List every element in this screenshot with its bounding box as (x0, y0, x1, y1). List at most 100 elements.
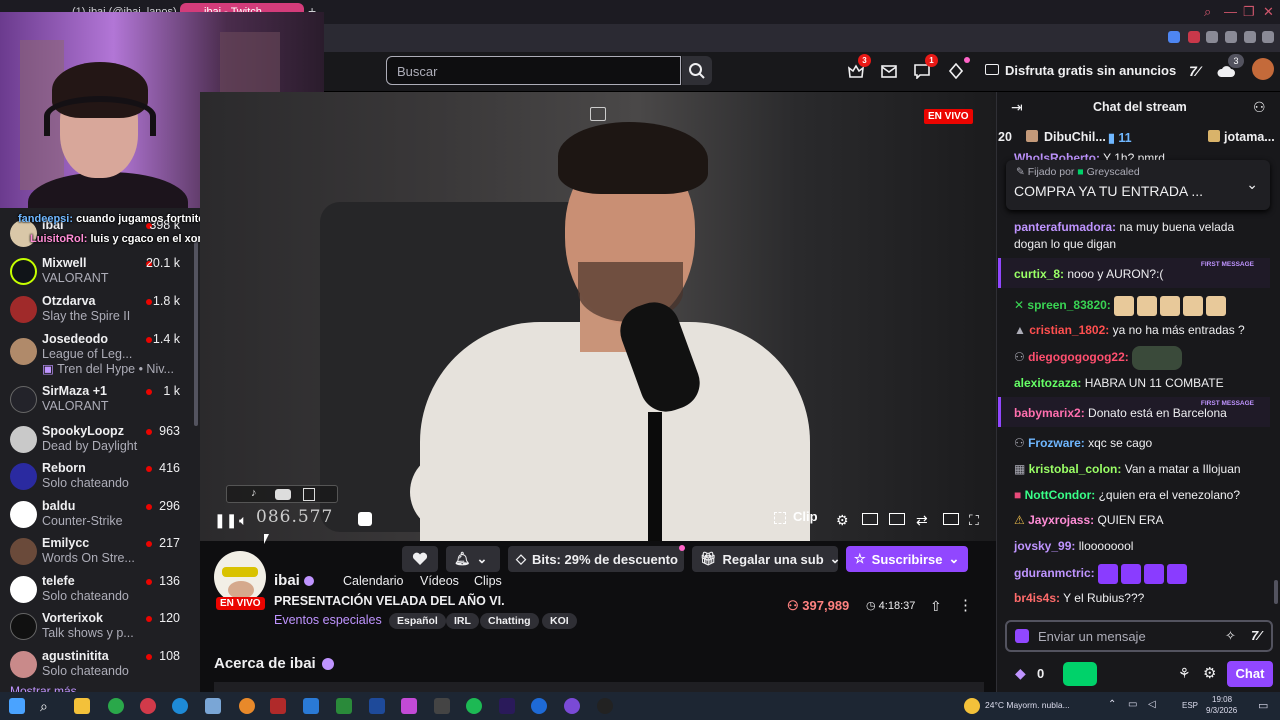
clip-button[interactable]: Clip (793, 509, 818, 524)
menu-icon[interactable] (1262, 31, 1274, 43)
sidebar-item-emilycc[interactable]: Emilycc Words On Stre... 217 (0, 534, 196, 572)
close-icon[interactable]: ✕ (1263, 4, 1274, 20)
chat-message: ⚇ Frozware: xqc se cago (1014, 436, 1153, 450)
turbo-icon[interactable]: 7⁄ (1251, 628, 1260, 643)
show-more-link[interactable]: Mostrar más (10, 684, 77, 692)
chrome-icon[interactable] (108, 698, 124, 714)
channel-points-icon[interactable]: ◆ (1015, 665, 1026, 682)
tab-clips[interactable]: Clips (474, 574, 502, 588)
sidebar-item-mixwell[interactable]: Mixwell VALORANT 20.1 k (0, 254, 196, 292)
obs-icon[interactable] (597, 698, 613, 714)
chat-scrollbar[interactable] (1274, 580, 1278, 604)
chat-settings-icon[interactable]: ⚙ (1203, 664, 1216, 682)
chat-input[interactable]: Enviar un mensaje ✧ 7⁄ (1005, 620, 1273, 652)
sidebar-item-sirmaza[interactable]: SirMaza +1 VALORANT 1 k (0, 382, 196, 420)
extension-icon[interactable] (1225, 31, 1237, 43)
notification-bell-button[interactable]: 🔔︎ ⌄ (446, 546, 500, 572)
language-indicator[interactable]: ESP (1182, 701, 1198, 710)
user-avatar[interactable] (1252, 58, 1274, 80)
app-icon[interactable] (369, 698, 385, 714)
search-button[interactable] (682, 56, 712, 85)
users-icon[interactable]: ⚇ (1253, 99, 1266, 116)
sync-icon[interactable]: ⇄ (916, 512, 928, 529)
maximize-icon[interactable]: ❐ (1243, 4, 1255, 20)
heart-icon (412, 552, 428, 565)
popout-icon[interactable] (590, 107, 606, 121)
mini-player-icon[interactable] (943, 513, 959, 525)
chevron-down-icon[interactable]: ⌄ (1246, 176, 1258, 193)
tag-chatting[interactable]: Chatting (480, 613, 539, 629)
file-explorer-icon[interactable] (74, 698, 90, 714)
split-view-icon[interactable] (889, 513, 905, 525)
pinned-message[interactable]: ✎ Fijado por ■ Greyscaled COMPRA YA TU E… (1006, 160, 1270, 210)
notifications-icon[interactable]: ▭ (1258, 699, 1268, 712)
search-icon[interactable]: ⌕ (1204, 4, 1211, 20)
tab-videos[interactable]: Vídeos (420, 574, 459, 588)
video-player[interactable] (200, 92, 996, 541)
app-icon[interactable] (205, 698, 221, 714)
opera-icon[interactable] (140, 698, 156, 714)
subscribe-button[interactable]: ☆ Suscribirse ⌄ (846, 546, 968, 572)
bits-discount-button[interactable]: ◇ Bits: 29% de descuento (508, 546, 684, 572)
channel-avatar[interactable] (214, 551, 266, 603)
category-link[interactable]: Eventos especiales (274, 613, 382, 627)
sidebar-item-baldu[interactable]: baldu Counter-Strike 296 (0, 497, 196, 535)
sidebar-item-vorterixok[interactable]: Vorterixok Talk shows y p... 120 (0, 609, 196, 647)
edge-icon[interactable] (172, 698, 188, 714)
app-icon[interactable] (434, 698, 450, 714)
no-ads-link[interactable]: Disfruta gratis sin anuncios (1005, 63, 1176, 78)
sidebar-item-agustinitita[interactable]: agustinitita Solo chateando 108 (0, 647, 196, 685)
follow-button[interactable] (402, 546, 438, 572)
windows-start-icon[interactable] (9, 698, 25, 714)
sidebar-scrollbar[interactable] (194, 236, 198, 426)
fullscreen-icon[interactable]: ⛶ (969, 512, 979, 529)
turbo-icon[interactable]: 7⁄ (1183, 60, 1205, 82)
sidebar-item-telefe[interactable]: telefe Solo chateando 136 (0, 572, 196, 610)
video-editor-icon[interactable] (270, 698, 286, 714)
sidebar-item-josedeodo[interactable]: Josedeodo League of Leg... ▣ Tren del Hy… (0, 330, 196, 376)
search-input[interactable]: Buscar (386, 56, 681, 85)
extension-icon[interactable] (1206, 31, 1218, 43)
more-options-icon[interactable]: ⋮ (958, 596, 973, 614)
sidebar-item-spookyloopz[interactable]: SpookyLoopz Dead by Daylight 963 (0, 422, 196, 460)
app-icon[interactable] (303, 698, 319, 714)
minimize-icon[interactable]: — (1224, 4, 1237, 19)
sidebar-item-otzdarva[interactable]: Otzdarva Slay the Spire II 1.8 k (0, 292, 196, 330)
theatre-mode-icon[interactable] (862, 513, 878, 525)
extension-icon[interactable] (1188, 31, 1200, 43)
volume-icon[interactable]: 🔈︎ (239, 512, 247, 529)
network-icon[interactable]: ▭ (1128, 699, 1137, 710)
app-icon[interactable] (239, 698, 255, 714)
send-chat-button[interactable]: Chat (1227, 661, 1273, 687)
after-effects-icon[interactable] (499, 698, 515, 714)
collapse-chat-icon[interactable]: ⇥ (1011, 99, 1023, 116)
theatre-icon[interactable] (358, 512, 372, 526)
tag-espanol[interactable]: Español (389, 613, 446, 629)
emote-picker-icon[interactable]: ✧ (1225, 628, 1236, 644)
download-icon[interactable] (1244, 31, 1256, 43)
inbox-icon[interactable] (878, 60, 900, 82)
gift-sub-button[interactable]: 🎁︎ Regalar una sub ⌄ (692, 546, 841, 572)
tab-calendar[interactable]: Calendario (343, 574, 403, 588)
tag-koi[interactable]: KOI (542, 613, 577, 629)
sidebar-item-reborn[interactable]: Reborn Solo chateando 416 (0, 459, 196, 497)
bits-icon[interactable] (945, 60, 967, 82)
app-icon[interactable] (401, 698, 417, 714)
app-icon[interactable] (531, 698, 547, 714)
spotify-icon[interactable] (466, 698, 482, 714)
live-dot (146, 429, 152, 435)
tray-chevron-icon[interactable]: ⌃ (1108, 699, 1116, 710)
search-icon[interactable]: ⌕ (40, 698, 56, 714)
volume-icon[interactable]: ◁ (1148, 699, 1156, 710)
pause-icon[interactable]: ❚❚ (214, 512, 237, 529)
effects-icon[interactable]: ⚘ (1178, 665, 1191, 682)
channel-name[interactable]: ibai (274, 572, 314, 589)
share-icon[interactable]: ⇧ (930, 598, 942, 615)
predictions-button[interactable] (1063, 662, 1097, 686)
app-icon[interactable] (564, 698, 580, 714)
settings-icon[interactable]: ⚙ (836, 512, 849, 529)
tag-irl[interactable]: IRL (446, 613, 479, 629)
app-icon[interactable] (336, 698, 352, 714)
extension-icon[interactable] (1168, 31, 1180, 43)
stream-title: PRESENTACIÓN VELADA DEL AÑO VI. (274, 594, 505, 608)
